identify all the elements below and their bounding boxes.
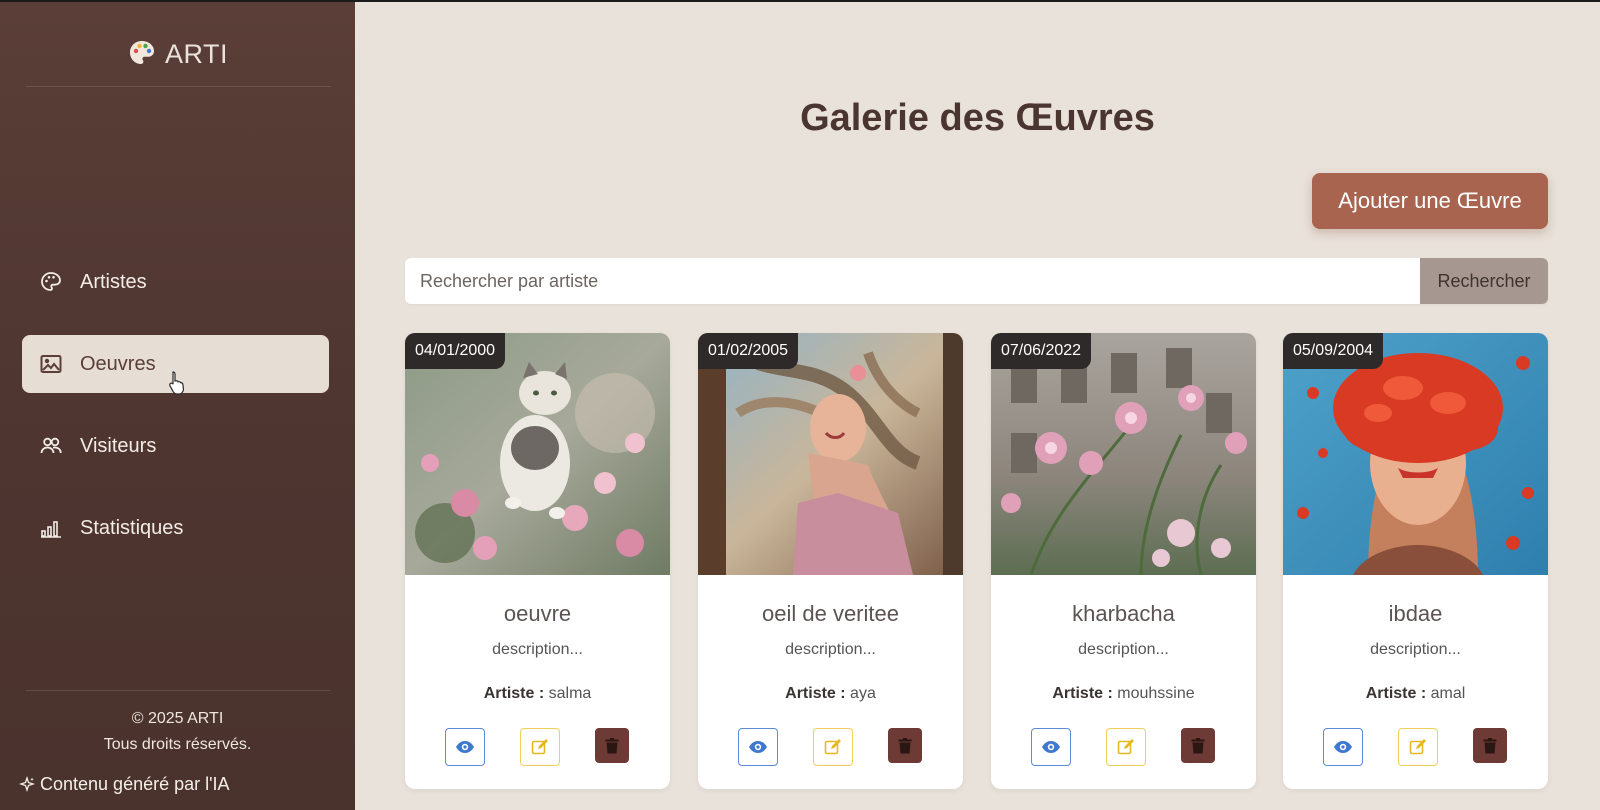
artist-label: Artiste :	[1365, 685, 1427, 702]
sidebar-footer: © 2025 ARTI Tous droits réservés.	[0, 706, 355, 758]
sidebar-item-label: Statistiques	[80, 516, 184, 539]
eye-icon	[1334, 741, 1352, 753]
artist-label: Artiste :	[785, 685, 846, 702]
palette-icon	[38, 269, 64, 295]
artwork-card: 05/09/2004 ibdae description... Artiste …	[1283, 333, 1548, 789]
palette-icon	[127, 38, 157, 68]
search-input[interactable]	[405, 258, 1420, 304]
app-window: ARTI Artistes Oeuvres Visiteurs Statisti…	[0, 2, 1600, 810]
view-button[interactable]	[1031, 728, 1071, 766]
artist-name: mouhssine	[1117, 685, 1195, 702]
artwork-image[interactable]	[1283, 333, 1548, 575]
eye-icon	[1042, 741, 1060, 753]
view-button[interactable]	[1323, 728, 1363, 766]
trash-icon	[1191, 737, 1205, 753]
sidebar-item-visiteurs[interactable]: Visiteurs	[22, 417, 329, 475]
date-badge: 01/02/2005	[698, 333, 799, 369]
artist-name: aya	[850, 685, 876, 702]
edit-button[interactable]	[813, 728, 853, 766]
pointer-cursor-icon	[168, 370, 186, 396]
artwork-artist: Artiste : mouhssine	[991, 685, 1256, 703]
artwork-description: description...	[1370, 641, 1461, 658]
artwork-artist: Artiste : aya	[698, 685, 963, 703]
trash-icon	[1483, 737, 1497, 753]
artwork-description: description...	[785, 641, 876, 658]
date-badge: 07/06/2022	[991, 333, 1092, 369]
artist-name: amal	[1430, 685, 1466, 702]
artwork-artist: Artiste : salma	[405, 685, 670, 703]
sparkle-icon	[18, 775, 36, 794]
delete-button[interactable]	[888, 728, 922, 763]
page-title: Galerie des Œuvres	[800, 97, 1155, 139]
sidebar: ARTI Artistes Oeuvres Visiteurs Statisti…	[0, 2, 355, 810]
artist-name: salma	[548, 685, 592, 702]
view-button[interactable]	[738, 728, 778, 766]
trash-icon	[605, 737, 619, 753]
users-icon	[38, 433, 64, 459]
artwork-title: oeil de veritee	[762, 601, 899, 626]
divider	[26, 86, 331, 87]
date-badge: 04/01/2000	[405, 333, 506, 369]
artwork-description: description...	[1078, 641, 1169, 658]
edit-icon	[824, 739, 841, 755]
rights-text: Tous droits réservés.	[103, 736, 252, 753]
brand-name: ARTI	[164, 39, 228, 69]
delete-button[interactable]	[595, 728, 629, 763]
artwork-title: kharbacha	[1072, 601, 1175, 626]
ai-note-text: Contenu généré par l'IA	[40, 774, 230, 794]
artwork-card: 07/06/2022 kharbacha description... Arti…	[991, 333, 1256, 789]
card-actions	[698, 728, 963, 766]
sidebar-item-label: Artistes	[80, 270, 147, 293]
edit-icon	[531, 739, 548, 755]
card-actions	[1283, 728, 1548, 766]
card-actions	[991, 728, 1256, 766]
delete-button[interactable]	[1473, 728, 1507, 763]
view-button[interactable]	[445, 728, 485, 766]
artist-label: Artiste :	[1052, 685, 1113, 702]
artwork-card: 01/02/2005 oeil de veritee description..…	[698, 333, 963, 789]
search-button[interactable]: Rechercher	[1420, 258, 1548, 304]
artwork-title: ibdae	[1388, 601, 1443, 626]
sidebar-item-label: Oeuvres	[80, 352, 156, 375]
image-icon	[38, 351, 64, 377]
delete-button[interactable]	[1181, 728, 1215, 763]
artwork-artist: Artiste : amal	[1283, 685, 1548, 703]
edit-icon	[1117, 739, 1134, 755]
card-actions	[405, 728, 670, 766]
sidebar-item-label: Visiteurs	[80, 434, 157, 457]
eye-icon	[749, 741, 767, 753]
ai-generated-note: Contenu généré par l'IA	[18, 774, 230, 795]
sidebar-item-artistes[interactable]: Artistes	[22, 253, 329, 311]
edit-button[interactable]	[520, 728, 560, 766]
edit-button[interactable]	[1106, 728, 1146, 766]
search-bar: Rechercher	[405, 258, 1548, 304]
artwork-image[interactable]	[698, 333, 963, 575]
artwork-description: description...	[492, 641, 583, 658]
add-artwork-button[interactable]: Ajouter une Œuvre	[1312, 173, 1548, 229]
artwork-image[interactable]	[405, 333, 670, 575]
sidebar-item-statistiques[interactable]: Statistiques	[22, 499, 329, 557]
trash-icon	[898, 737, 912, 753]
eye-icon	[456, 741, 474, 753]
edit-button[interactable]	[1398, 728, 1438, 766]
bar-chart-icon	[38, 515, 64, 541]
copyright-text: © 2025 ARTI	[131, 710, 224, 727]
brand: ARTI	[0, 38, 355, 70]
date-badge: 05/09/2004	[1283, 333, 1384, 369]
artwork-card: 04/01/2000 oeuvre description... Artiste…	[405, 333, 670, 789]
artwork-image[interactable]	[991, 333, 1256, 575]
edit-icon	[1409, 739, 1426, 755]
divider	[26, 690, 331, 691]
artwork-title: oeuvre	[503, 601, 572, 626]
artist-label: Artiste :	[483, 685, 545, 702]
